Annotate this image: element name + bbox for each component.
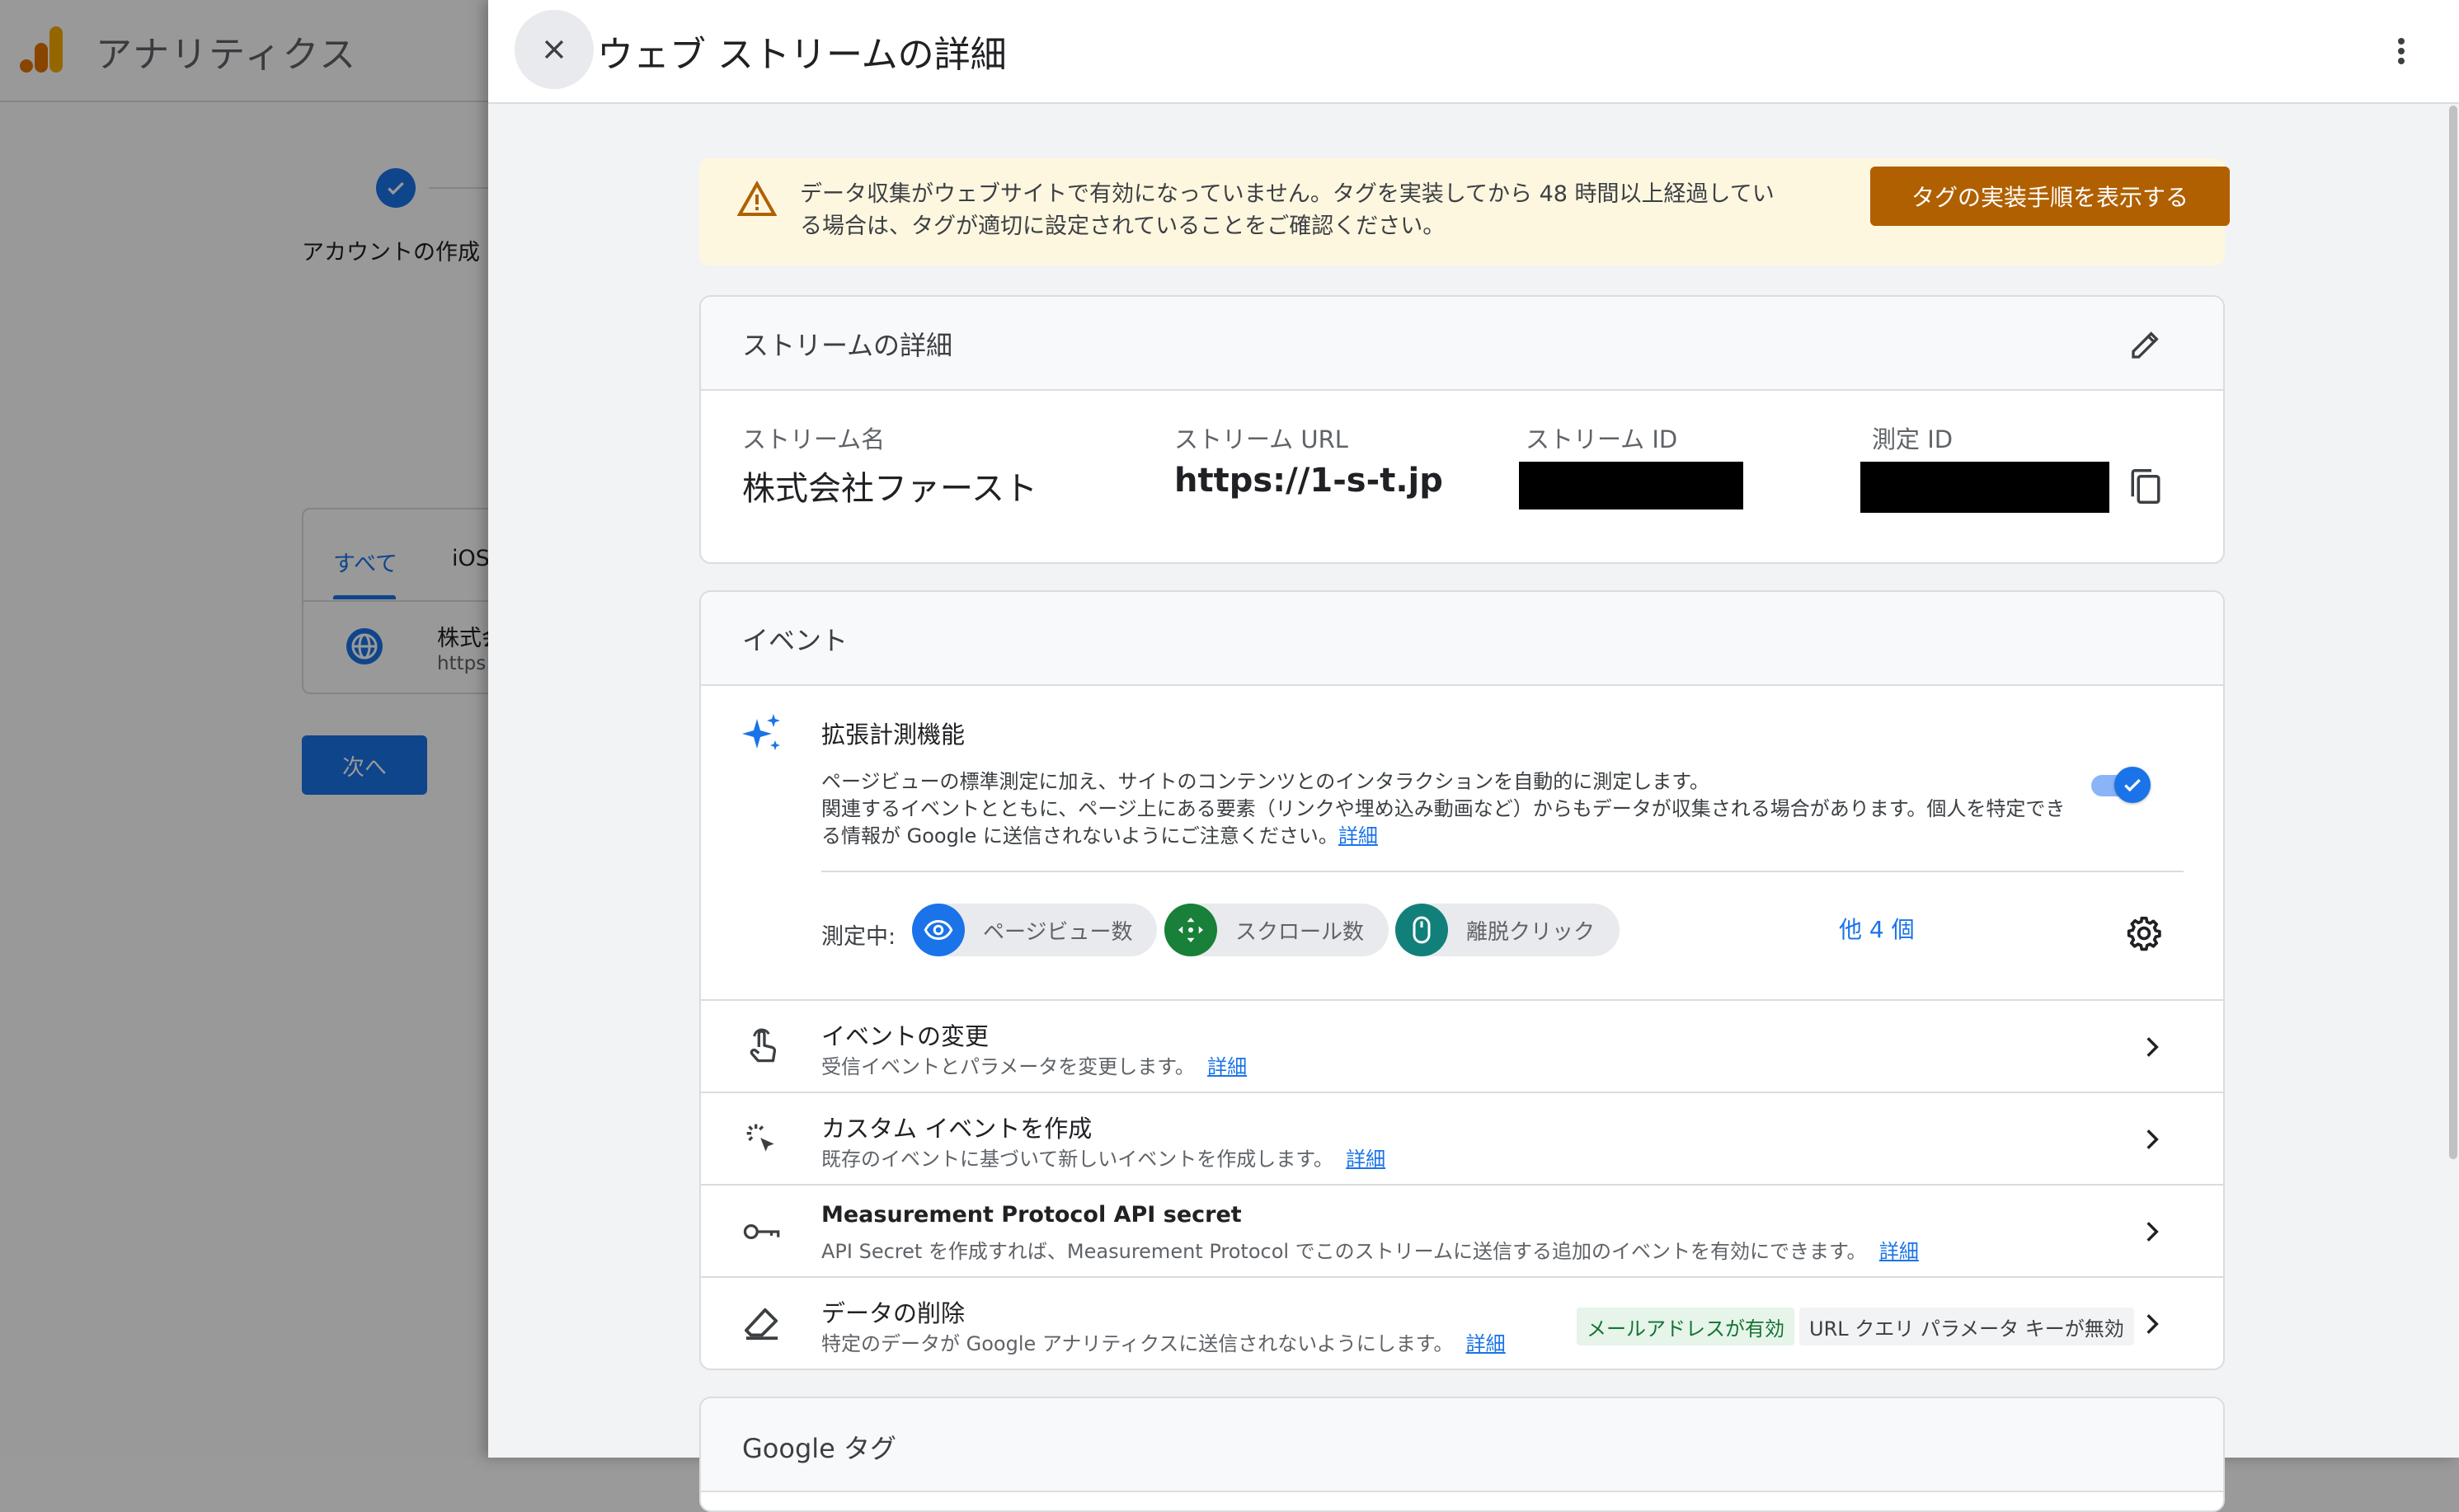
stream-url-value: https://1-s-t.jp	[1174, 462, 1443, 500]
warning-icon	[737, 180, 777, 216]
measuring-label: 測定中:	[821, 924, 896, 950]
enhanced-measurement-settings-button[interactable]	[2121, 910, 2167, 956]
stream-id-redacted	[1519, 462, 1743, 509]
details-link[interactable]: 詳細	[1207, 1055, 1247, 1078]
warning-text: データ収集がウェブサイトで有効になっていません。タグを実装してから 48 時間以…	[800, 181, 1775, 239]
copy-icon	[2131, 469, 2160, 504]
drawer-title: ウェブ ストリームの詳細	[597, 34, 1007, 76]
row-title: カスタム イベントを作成	[821, 1115, 1093, 1143]
events-card: イベント 拡張計測機能 ページビューの標準測定に加え、サイトのコンテンツとのイン…	[699, 590, 2225, 1370]
row-description: 特定のデータが Google アナリティクスに送信されないようにします。 詳細	[821, 1327, 1506, 1356]
chevron-right-icon	[2131, 1118, 2174, 1161]
google-tag-heading: Google タグ	[742, 1433, 897, 1464]
chevron-right-icon	[2131, 1210, 2174, 1253]
mouse-icon	[1395, 904, 1448, 956]
stream-details-card: ストリームの詳細 ストリーム名 株式会社ファースト ストリーム URL http…	[699, 295, 2225, 564]
warning-banner: データ収集がウェブサイトで有効になっていません。タグを実装してから 48 時間以…	[699, 158, 2230, 265]
chip-label: スクロール数	[1235, 919, 1365, 945]
pencil-icon	[2132, 331, 2159, 359]
chevron-right-icon	[2131, 1026, 2174, 1068]
touch-icon	[741, 1026, 783, 1068]
more-vert-icon	[2398, 38, 2405, 64]
modify-events-row[interactable]: イベントの変更 受信イベントとパラメータを変更します。 詳細	[701, 999, 2223, 1092]
google-tag-card: Google タグ	[699, 1397, 2225, 1512]
row-desc-text: API Secret を作成すれば、Measurement Protocol で…	[821, 1240, 1867, 1263]
eye-icon	[912, 904, 965, 956]
url-query-disabled-badge: URL クエリ パラメータ キーが無効	[1799, 1308, 2134, 1345]
enhanced-desc-line: ページビューの標準測定に加え、サイトのコンテンツとのインタラクションを自動的に測…	[821, 770, 1709, 793]
row-description: 受信イベントとパラメータを変更します。 詳細	[821, 1050, 1247, 1079]
enhanced-measurement-toggle[interactable]	[2091, 767, 2151, 805]
chevron-right-icon	[2131, 1303, 2174, 1345]
cursor-click-icon	[741, 1118, 783, 1161]
email-enabled-badge: メールアドレスが有効	[1577, 1308, 1794, 1345]
eraser-icon	[741, 1303, 783, 1345]
row-desc-text: 受信イベントとパラメータを変更します。	[821, 1055, 1195, 1078]
drawer-header: ウェブ ストリームの詳細	[488, 0, 2459, 104]
measurement-id-redacted	[1860, 462, 2109, 513]
row-title: Measurement Protocol API secret	[821, 1202, 1242, 1228]
details-link[interactable]: 詳細	[1346, 1148, 1385, 1171]
measurement-id-label: 測定 ID	[1872, 425, 1954, 453]
stream-name-label: ストリーム名	[742, 425, 886, 453]
row-desc-text: 特定のデータが Google アナリティクスに送信されないようにします。	[821, 1332, 1454, 1355]
check-icon	[2124, 778, 2141, 792]
scrollbar-thumb[interactable]	[2449, 106, 2457, 1159]
enhanced-desc-line: 関連するイベントとともに、ページ上にある要素（リンクや埋め込み動画など）からもデ…	[821, 797, 2066, 848]
chip-page-views: ページビュー数	[912, 904, 1158, 956]
close-icon	[544, 40, 564, 59]
card-header: Google タグ	[701, 1398, 2223, 1492]
show-tag-instructions-button[interactable]: タグの実装手順を表示する	[1870, 167, 2230, 226]
enhanced-measurement-description: ページビューの標準測定に加え、サイトのコンテンツとのインタラクションを自動的に測…	[821, 768, 2083, 850]
enhanced-measurement-title: 拡張計測機能	[821, 721, 966, 749]
stream-name-value: 株式会社ファースト	[742, 470, 1037, 508]
measurement-protocol-row[interactable]: Measurement Protocol API secret API Secr…	[701, 1184, 2223, 1276]
edit-button[interactable]	[2123, 322, 2169, 368]
toggle-thumb	[2114, 767, 2151, 803]
card-header: イベント	[701, 592, 2223, 686]
stream-url-label: ストリーム URL	[1174, 425, 1348, 453]
row-description: API Secret を作成すれば、Measurement Protocol で…	[821, 1235, 1919, 1264]
sparkle-icon	[742, 714, 780, 750]
row-description: 既存のイベントに基づいて新しいイベントを作成します。 詳細	[821, 1143, 1385, 1172]
chip-label: ページビュー数	[983, 919, 1133, 945]
stream-id-label: ストリーム ID	[1526, 425, 1678, 453]
gear-icon	[2127, 916, 2161, 951]
chip-outbound-clicks: 離脱クリック	[1395, 904, 1620, 956]
details-link[interactable]: 詳細	[1338, 824, 1378, 848]
copy-measurement-id-button[interactable]	[2123, 462, 2169, 511]
data-redaction-row[interactable]: データの削除 特定のデータが Google アナリティクスに送信されないようにし…	[701, 1276, 2223, 1369]
more-events-link[interactable]: 他 4 個	[1839, 912, 1915, 945]
stream-details-heading: ストリームの詳細	[742, 330, 953, 361]
chip-scrolls: スクロール数	[1164, 904, 1389, 956]
divider	[821, 871, 2184, 872]
scroll-arrows-icon	[1164, 904, 1217, 956]
details-link[interactable]: 詳細	[1466, 1332, 1506, 1355]
card-header: ストリームの詳細	[701, 297, 2223, 391]
stream-details-drawer: ウェブ ストリームの詳細 データ収集がウェブサイトで有効になっていません。タグを…	[488, 0, 2459, 1512]
row-desc-text: 既存のイベントに基づいて新しいイベントを作成します。	[821, 1148, 1333, 1171]
row-title: データの削除	[821, 1299, 966, 1327]
more-options-button[interactable]	[2378, 25, 2424, 77]
events-heading: イベント	[742, 625, 849, 656]
row-title: イベントの変更	[821, 1022, 990, 1050]
key-icon	[741, 1210, 783, 1253]
details-link[interactable]: 詳細	[1879, 1240, 1919, 1263]
create-custom-event-row[interactable]: カスタム イベントを作成 既存のイベントに基づいて新しいイベントを作成します。 …	[701, 1092, 2223, 1184]
chip-label: 離脱クリック	[1466, 919, 1596, 945]
close-button[interactable]	[515, 10, 594, 89]
